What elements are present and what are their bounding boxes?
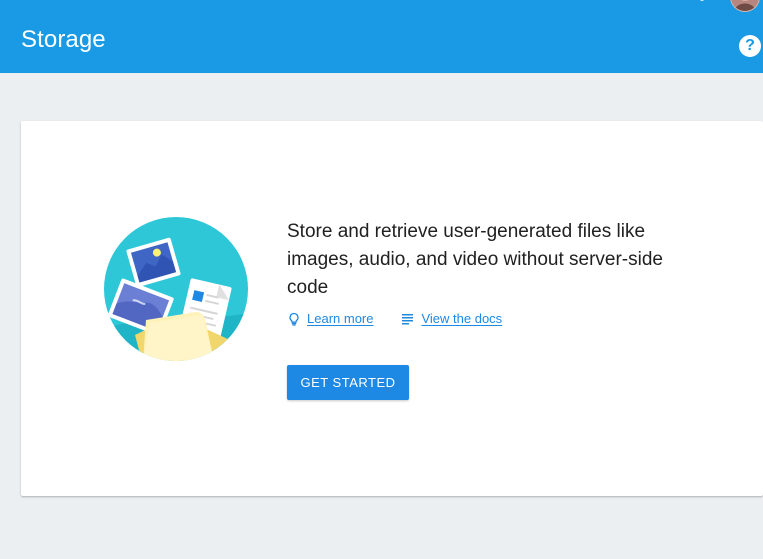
avatar[interactable] (730, 0, 760, 12)
storage-intro-card: Store and retrieve user-generated files … (21, 121, 763, 496)
storage-links: Learn more View the docs (287, 311, 687, 326)
help-icon[interactable]: ? (739, 35, 761, 57)
view-docs-label: View the docs (421, 311, 503, 326)
storage-intro-content: Store and retrieve user-generated files … (287, 218, 687, 326)
get-started-button[interactable]: GET STARTED (287, 365, 409, 400)
learn-more-link[interactable]: Learn more (287, 311, 373, 326)
page-title: Storage (21, 26, 106, 53)
app-header: Storage ? (0, 0, 763, 73)
lightbulb-icon (287, 312, 301, 326)
learn-more-label: Learn more (307, 311, 374, 326)
storage-files-illustration (104, 217, 248, 361)
view-docs-link[interactable]: View the docs (401, 311, 502, 326)
menu-indicator-icon (700, 0, 704, 1)
docs-icon (401, 312, 415, 326)
storage-description: Store and retrieve user-generated files … (287, 221, 663, 298)
